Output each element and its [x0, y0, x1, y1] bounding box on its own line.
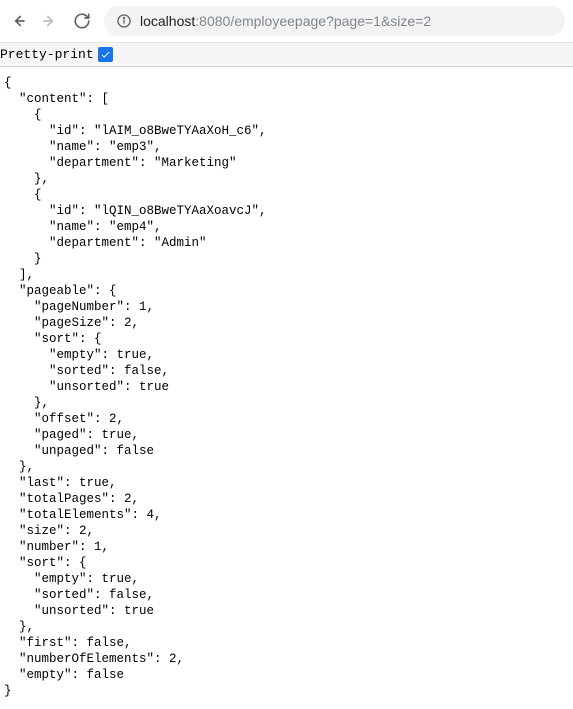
url-path: /employeepage?page=1&size=2	[230, 13, 431, 29]
browser-toolbar: localhost:8080/employeepage?page=1&size=…	[0, 0, 573, 42]
check-icon	[100, 49, 111, 60]
forward-button[interactable]	[40, 11, 60, 31]
address-bar[interactable]: localhost:8080/employeepage?page=1&size=…	[104, 6, 565, 36]
url-host: localhost	[140, 13, 195, 29]
url-text: localhost:8080/employeepage?page=1&size=…	[140, 13, 431, 29]
back-button[interactable]	[8, 11, 28, 31]
pretty-print-label: Pretty-print	[0, 47, 94, 62]
reload-button[interactable]	[72, 11, 92, 31]
pretty-print-bar: Pretty-print	[0, 42, 573, 67]
url-port: :8080	[195, 13, 230, 29]
json-response-body: { "content": [ { "id": "lAIM_o8BweTYAaXo…	[0, 67, 573, 709]
site-info-icon[interactable]	[116, 13, 132, 29]
pretty-print-checkbox[interactable]	[98, 47, 113, 62]
